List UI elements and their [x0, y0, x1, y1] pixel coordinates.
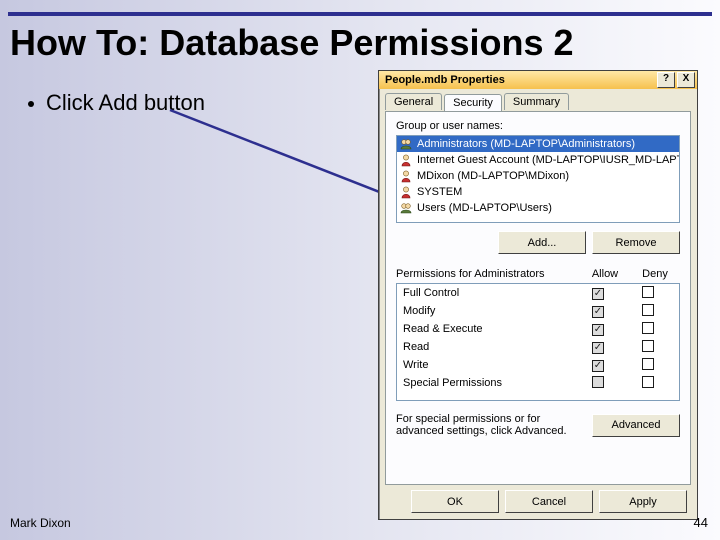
allow-cell: ✓ [573, 305, 623, 318]
deny-cell [623, 340, 673, 355]
footer-author: Mark Dixon [10, 516, 71, 530]
checkbox[interactable] [642, 286, 654, 298]
checkbox[interactable] [642, 340, 654, 352]
permission-row: Special Permissions [397, 374, 679, 392]
allow-cell: ✓ [573, 323, 623, 336]
add-button[interactable]: Add... [498, 231, 586, 254]
allow-column-header: Allow [580, 268, 630, 280]
list-item-label: MDixon (MD-LAPTOP\MDixon) [417, 170, 569, 182]
user-icon [399, 153, 413, 167]
apply-button[interactable]: Apply [599, 490, 687, 513]
list-item[interactable]: Administrators (MD-LAPTOP\Administrators… [397, 136, 679, 152]
footer-page-number: 44 [694, 515, 708, 530]
permission-row: Read & Execute ✓ [397, 320, 679, 338]
list-item[interactable]: MDixon (MD-LAPTOP\MDixon) [397, 168, 679, 184]
list-item-label: Users (MD-LAPTOP\Users) [417, 202, 552, 214]
checkbox[interactable] [642, 322, 654, 334]
permission-row: Full Control ✓ [397, 284, 679, 302]
permission-name: Read & Execute [403, 323, 573, 335]
list-item-label: SYSTEM [417, 186, 462, 198]
permission-row: Write ✓ [397, 356, 679, 374]
tab-summary[interactable]: Summary [504, 93, 569, 110]
permission-name: Full Control [403, 287, 573, 299]
permissions-header: Permissions for Administrators Allow Den… [396, 268, 680, 280]
dialog-titlebar[interactable]: People.mdb Properties ? X [379, 71, 697, 89]
allow-cell [573, 376, 623, 391]
permission-row: Read ✓ [397, 338, 679, 356]
deny-column-header: Deny [630, 268, 680, 280]
advanced-text: For special permissions or for advanced … [396, 413, 584, 437]
help-button[interactable]: ? [657, 72, 675, 88]
deny-cell [623, 304, 673, 319]
permission-name: Write [403, 359, 573, 371]
checkbox[interactable] [642, 376, 654, 388]
tab-security[interactable]: Security [444, 94, 502, 111]
deny-cell [623, 286, 673, 301]
list-item-label: Administrators (MD-LAPTOP\Administrators… [417, 138, 635, 150]
ok-button[interactable]: OK [411, 490, 499, 513]
checkbox[interactable] [642, 304, 654, 316]
permission-name: Modify [403, 305, 573, 317]
permission-row: Modify ✓ [397, 302, 679, 320]
bullet-item: Click Add button [28, 90, 205, 116]
checkbox[interactable]: ✓ [592, 324, 604, 336]
permissions-label: Permissions for Administrators [396, 268, 580, 280]
allow-cell: ✓ [573, 287, 623, 300]
group-icon [399, 137, 413, 151]
allow-cell: ✓ [573, 341, 623, 354]
list-item[interactable]: Internet Guest Account (MD-LAPTOP\IUSR_M… [397, 152, 679, 168]
permission-name: Read [403, 341, 573, 353]
checkbox[interactable]: ✓ [592, 288, 604, 300]
list-item-label: Internet Guest Account (MD-LAPTOP\IUSR_M… [417, 154, 680, 166]
bullet-dot-icon [28, 101, 34, 107]
list-item[interactable]: SYSTEM [397, 184, 679, 200]
title-rule [8, 12, 712, 16]
properties-dialog: People.mdb Properties ? X General Securi… [378, 70, 698, 520]
group-user-label: Group or user names: [396, 120, 680, 132]
user-icon [399, 169, 413, 183]
tab-strip: General Security Summary [385, 93, 691, 110]
page-title: How To: Database Permissions 2 [10, 22, 574, 64]
allow-cell: ✓ [573, 359, 623, 372]
tab-panel-security: Group or user names: Administrators (MD-… [385, 111, 691, 485]
deny-cell [623, 376, 673, 391]
list-item[interactable]: Users (MD-LAPTOP\Users) [397, 200, 679, 216]
checkbox[interactable]: ✓ [592, 360, 604, 372]
checkbox[interactable]: ✓ [592, 342, 604, 354]
tab-general[interactable]: General [385, 93, 442, 110]
permission-name: Special Permissions [403, 377, 573, 389]
remove-button[interactable]: Remove [592, 231, 680, 254]
bullet-text: Click Add button [46, 90, 205, 115]
deny-cell [623, 322, 673, 337]
group-icon [399, 201, 413, 215]
checkbox[interactable] [592, 376, 604, 388]
deny-cell [623, 358, 673, 373]
permissions-list: Full Control ✓ Modify ✓ Read & Execute ✓ Read ✓… [396, 283, 680, 401]
close-button[interactable]: X [677, 72, 695, 88]
advanced-button[interactable]: Advanced [592, 414, 680, 437]
dialog-title: People.mdb Properties [381, 74, 655, 86]
cancel-button[interactable]: Cancel [505, 490, 593, 513]
checkbox[interactable] [642, 358, 654, 370]
checkbox[interactable]: ✓ [592, 306, 604, 318]
group-user-list[interactable]: Administrators (MD-LAPTOP\Administrators… [396, 135, 680, 223]
user-icon [399, 185, 413, 199]
